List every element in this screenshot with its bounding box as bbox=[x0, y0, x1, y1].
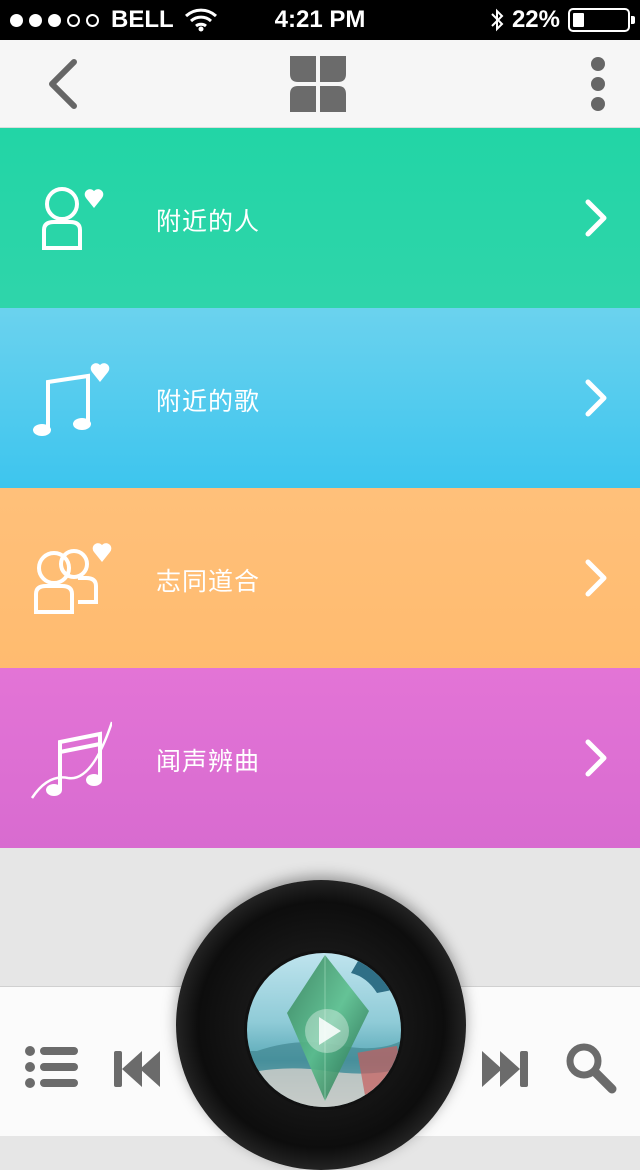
battery-level bbox=[573, 13, 584, 27]
search-icon[interactable] bbox=[564, 1041, 618, 1095]
chevron-right-icon bbox=[585, 739, 607, 777]
chevron-right-icon bbox=[585, 559, 607, 597]
feature-menu: 附近的人 附近的歌 志同道合 闻声辨曲 bbox=[0, 128, 640, 848]
battery-icon bbox=[568, 8, 635, 32]
skip-forward-icon[interactable] bbox=[480, 1049, 530, 1089]
menu-item-label: 附近的人 bbox=[156, 207, 261, 236]
chevron-right-icon bbox=[585, 379, 607, 417]
bluetooth-icon bbox=[491, 8, 504, 32]
menu-item-like-minded[interactable]: 志同道合 bbox=[0, 488, 640, 668]
battery-percent: 22% bbox=[511, 6, 560, 33]
album-cover[interactable] bbox=[244, 950, 404, 1110]
chevron-right-icon bbox=[585, 199, 607, 237]
list-icon[interactable] bbox=[24, 1045, 78, 1089]
album-art-image bbox=[247, 953, 401, 1107]
vertical-dots-icon[interactable] bbox=[578, 54, 618, 114]
nav-bar bbox=[0, 40, 640, 128]
menu-item-label: 闻声辨曲 bbox=[156, 747, 261, 776]
two-people-heart-icon bbox=[34, 543, 112, 614]
status-bar: BELL 4:21 PM 22% bbox=[0, 0, 640, 40]
music-note-heart-icon bbox=[33, 363, 110, 436]
menu-item-label: 志同道合 bbox=[156, 567, 261, 596]
menu-item-nearby-people[interactable]: 附近的人 bbox=[0, 128, 640, 308]
menu-item-label: 附近的歌 bbox=[156, 387, 261, 416]
person-heart-icon bbox=[42, 187, 104, 250]
status-right: 22% bbox=[490, 6, 635, 34]
chevron-left-icon[interactable] bbox=[40, 54, 90, 114]
music-wave-icon bbox=[30, 721, 112, 799]
skip-back-icon[interactable] bbox=[112, 1049, 162, 1089]
menu-item-nearby-songs[interactable]: 附近的歌 bbox=[0, 308, 640, 488]
battery-cap bbox=[631, 16, 635, 24]
app-logo-icon bbox=[290, 56, 346, 112]
menu-item-song-recognition[interactable]: 闻声辨曲 bbox=[0, 668, 640, 848]
